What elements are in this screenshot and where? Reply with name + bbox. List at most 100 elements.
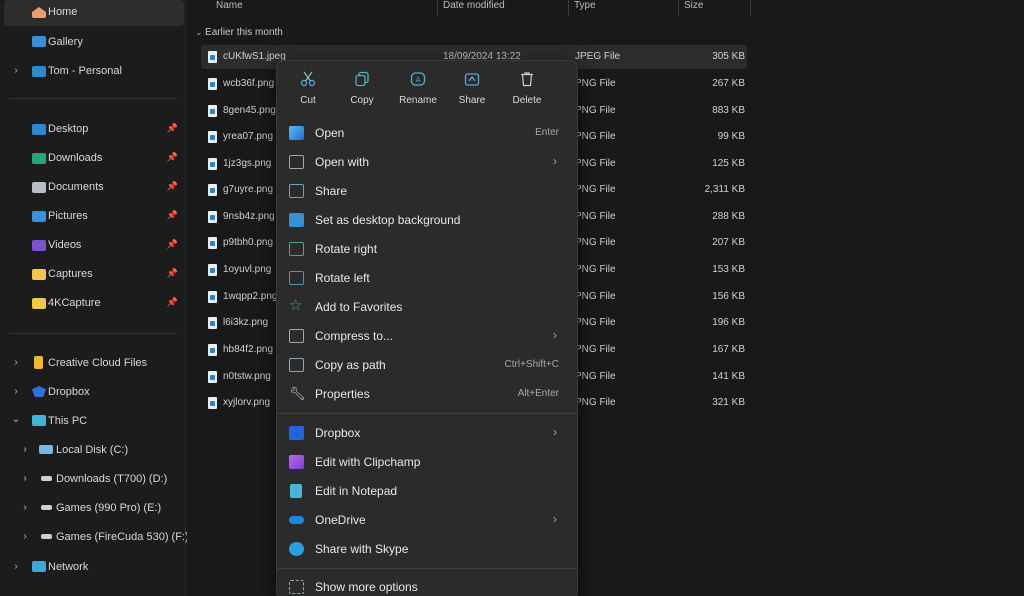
sidebar-item-pictures[interactable]: Pictures 📌 xyxy=(4,203,184,229)
menu-item-add-to-favorites[interactable]: ☆ Add to Favorites xyxy=(281,293,573,321)
file-explorer-window: Home Gallery › Tom - Personal Desktop 📌 … xyxy=(0,0,1024,596)
sidebar-item-network[interactable]: › Network xyxy=(4,554,184,580)
image-file-icon xyxy=(208,131,217,143)
menu-item-copy-as-path[interactable]: Copy as path Ctrl+Shift+C xyxy=(281,351,573,379)
downloads-icon xyxy=(32,153,46,164)
chevron-right-icon: › xyxy=(553,425,557,439)
sidebar-item-games-e[interactable]: › Games (990 Pro) (E:) xyxy=(4,495,184,521)
rename-icon: A xyxy=(410,72,426,86)
rotate-left-icon xyxy=(289,271,304,285)
image-file-icon xyxy=(208,211,217,223)
image-file-icon xyxy=(208,184,217,196)
drive-icon xyxy=(41,505,52,510)
sidebar-item-4kcapture[interactable]: 4KCapture 📌 xyxy=(4,290,184,316)
menu-item-open-with[interactable]: Open with › xyxy=(281,148,573,176)
sidebar-item-documents[interactable]: Documents 📌 xyxy=(4,174,184,200)
sidebar-item-gallery[interactable]: Gallery xyxy=(4,29,184,55)
chevron-right-icon[interactable]: › xyxy=(20,531,30,542)
onedrive-folder-icon xyxy=(32,66,46,77)
sidebar-item-creative-cloud[interactable]: › Creative Cloud Files xyxy=(4,350,184,376)
sidebar-item-this-pc[interactable]: ⌄ This PC xyxy=(4,408,184,434)
menu-item-clipchamp[interactable]: Edit with Clipchamp xyxy=(281,448,573,476)
chevron-right-icon[interactable]: › xyxy=(20,473,30,484)
column-divider[interactable] xyxy=(678,0,679,16)
sidebar-item-tom-personal[interactable]: › Tom - Personal xyxy=(4,58,184,84)
sidebar-item-local-disk-c[interactable]: › Local Disk (C:) xyxy=(4,437,184,463)
menu-item-notepad[interactable]: Edit in Notepad xyxy=(281,477,573,505)
pc-icon xyxy=(32,415,46,426)
chevron-right-icon[interactable]: › xyxy=(11,386,21,397)
menu-item-dropbox[interactable]: Dropbox › xyxy=(281,419,573,447)
chevron-right-icon: › xyxy=(553,154,557,168)
share-button[interactable]: Share xyxy=(444,69,500,111)
chevron-right-icon[interactable]: › xyxy=(20,444,30,455)
menu-divider xyxy=(277,568,577,569)
menu-item-properties[interactable]: 🔧︎ Properties Alt+Enter xyxy=(281,380,573,408)
creative-cloud-icon xyxy=(34,356,43,369)
column-header-type[interactable]: Type xyxy=(574,0,596,16)
column-header-size[interactable]: Size xyxy=(684,0,703,16)
menu-item-rotate-left[interactable]: Rotate left xyxy=(281,264,573,292)
svg-text:A: A xyxy=(416,76,421,84)
rotate-right-icon xyxy=(289,242,304,256)
pin-icon[interactable]: 📌 xyxy=(167,297,178,308)
pin-icon[interactable]: 📌 xyxy=(167,210,178,221)
menu-item-open[interactable]: Open Enter xyxy=(281,119,573,147)
column-divider[interactable] xyxy=(568,0,569,16)
delete-button[interactable]: Delete xyxy=(499,69,555,111)
menu-item-share[interactable]: Share xyxy=(281,177,573,205)
menu-item-onedrive[interactable]: OneDrive › xyxy=(281,506,573,534)
chevron-right-icon[interactable]: › xyxy=(11,357,21,368)
pin-icon[interactable]: 📌 xyxy=(167,181,178,192)
skype-icon xyxy=(289,542,304,556)
desktop-icon xyxy=(32,124,46,135)
rename-button[interactable]: A Rename xyxy=(390,69,446,111)
sidebar-item-downloads-d[interactable]: › Downloads (T700) (D:) xyxy=(4,466,184,492)
column-divider[interactable] xyxy=(437,0,438,16)
videos-icon xyxy=(32,240,46,251)
copy-button[interactable]: Copy xyxy=(334,69,390,111)
notepad-icon xyxy=(290,484,302,498)
chevron-down-icon: ⌄ xyxy=(195,27,206,37)
drive-icon xyxy=(39,445,53,454)
chevron-right-icon[interactable]: › xyxy=(20,502,30,513)
more-options-icon xyxy=(289,580,304,594)
share-icon xyxy=(464,73,480,86)
chevron-right-icon[interactable]: › xyxy=(11,65,21,76)
menu-item-compress[interactable]: Compress to... › xyxy=(281,322,573,350)
menu-item-skype[interactable]: Share with Skype xyxy=(281,535,573,563)
star-icon: ☆ xyxy=(289,297,303,314)
image-file-icon xyxy=(208,371,217,383)
onedrive-icon xyxy=(289,516,304,524)
pin-icon[interactable]: 📌 xyxy=(167,123,178,134)
group-header[interactable]: ⌄ Earlier this month xyxy=(195,27,283,38)
sidebar-item-dropbox[interactable]: › Dropbox xyxy=(4,379,184,405)
chevron-right-icon: › xyxy=(553,328,557,342)
pin-icon[interactable]: 📌 xyxy=(167,268,178,279)
sidebar-item-desktop[interactable]: Desktop 📌 xyxy=(4,116,184,142)
cut-icon xyxy=(300,71,316,87)
column-divider[interactable] xyxy=(750,0,751,16)
menu-item-rotate-right[interactable]: Rotate right xyxy=(281,235,573,263)
pin-icon[interactable]: 📌 xyxy=(167,239,178,250)
chevron-down-icon[interactable]: ⌄ xyxy=(11,414,21,425)
image-file-icon xyxy=(208,51,217,63)
sidebar-item-captures[interactable]: Captures 📌 xyxy=(4,261,184,287)
sidebar-item-downloads[interactable]: Downloads 📌 xyxy=(4,145,184,171)
sidebar-item-videos[interactable]: Videos 📌 xyxy=(4,232,184,258)
gallery-icon xyxy=(32,36,46,47)
column-header-date[interactable]: Date modified xyxy=(443,0,505,16)
sidebar-item-games-f[interactable]: › Games (FireCuda 530) (F:) xyxy=(4,524,188,550)
clipchamp-icon xyxy=(289,455,304,469)
delete-icon xyxy=(521,72,533,87)
column-header-name[interactable]: Name xyxy=(216,0,243,16)
image-file-icon xyxy=(208,397,217,409)
sidebar-item-home[interactable]: Home xyxy=(4,0,184,26)
menu-item-show-more-options[interactable]: Show more options xyxy=(281,573,573,596)
menu-item-set-desktop-background[interactable]: Set as desktop background xyxy=(281,206,573,234)
context-menu: Cut Copy A Rename Share Delete Open Ente… xyxy=(276,60,578,596)
pin-icon[interactable]: 📌 xyxy=(167,152,178,163)
cut-button[interactable]: Cut xyxy=(280,69,336,111)
network-icon xyxy=(32,561,46,572)
chevron-right-icon[interactable]: › xyxy=(11,561,21,572)
